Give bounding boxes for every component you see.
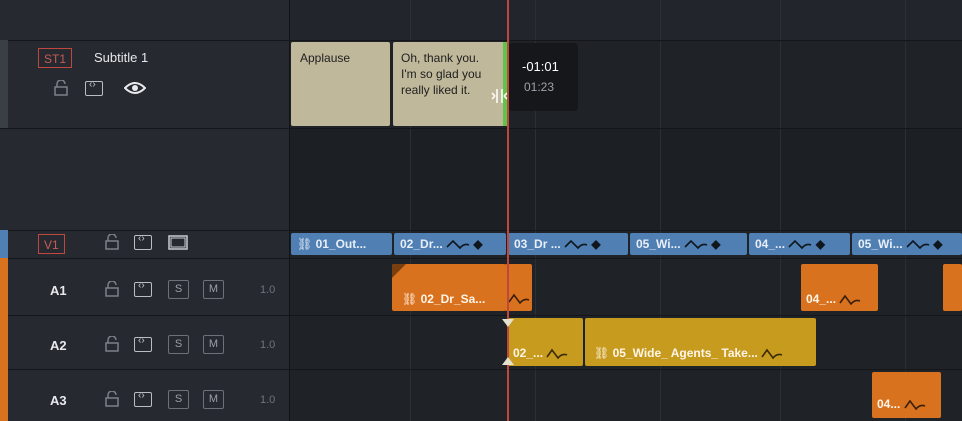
row-divider bbox=[0, 128, 962, 129]
curve-icon bbox=[761, 348, 783, 360]
keyframe-icon: ◆ bbox=[815, 237, 825, 251]
video-clip-label: 05_Wi... bbox=[858, 237, 903, 251]
lock-icon[interactable] bbox=[54, 80, 68, 96]
subtitle-clip[interactable]: Applause bbox=[291, 42, 390, 126]
audio-clip[interactable]: 04_... bbox=[801, 264, 878, 311]
track-volume[interactable]: 1.0 bbox=[260, 339, 275, 351]
video-track-badge[interactable]: V1 bbox=[38, 234, 65, 254]
subtitle-track-name[interactable]: Subtitle 1 bbox=[94, 50, 148, 65]
audio-clip[interactable] bbox=[943, 264, 962, 311]
playhead-marker-icon bbox=[502, 319, 514, 365]
audio-clip[interactable]: 04... bbox=[872, 372, 941, 418]
audio-track-name[interactable]: A1 bbox=[50, 283, 67, 298]
row-divider bbox=[0, 40, 962, 41]
mute-button[interactable]: M bbox=[203, 280, 224, 299]
auto-select-icon[interactable]: ‹› bbox=[134, 335, 152, 352]
subtitle-track-badge[interactable]: ST1 bbox=[38, 48, 73, 68]
curve-icon bbox=[508, 293, 530, 305]
audio-clip[interactable]: 02_... bbox=[507, 318, 583, 366]
keyframe-icon: ◆ bbox=[473, 237, 483, 251]
auto-select-icon[interactable]: ‹› bbox=[85, 79, 103, 96]
keyframe-icon: ◆ bbox=[711, 237, 721, 251]
link-icon: ⛓ bbox=[402, 292, 418, 306]
trim-tooltip: -01:01 01:23 bbox=[508, 43, 578, 111]
video-clip-label: 03_Dr ... bbox=[514, 237, 561, 251]
trim-duration: 01:23 bbox=[524, 80, 555, 94]
lock-icon[interactable] bbox=[105, 281, 119, 297]
row-divider bbox=[0, 258, 962, 259]
row-divider bbox=[0, 230, 962, 231]
solo-button[interactable]: S bbox=[168, 390, 189, 409]
audio-clip-label: 02_Dr_Sa... bbox=[420, 292, 486, 306]
video-clip-label: 04_... bbox=[755, 237, 786, 251]
audio-clip-label: 05_Wide_ Agents_ Take... bbox=[612, 346, 758, 360]
trim-offset: -01:01 bbox=[522, 59, 559, 74]
video-clip[interactable]: 05_Wi... ◆ bbox=[630, 233, 747, 255]
link-icon: ⛓ bbox=[594, 346, 610, 360]
track-volume[interactable]: 1.0 bbox=[260, 284, 275, 296]
keyframe-icon: ◆ bbox=[933, 237, 943, 251]
audio-track-name[interactable]: A3 bbox=[50, 393, 67, 408]
video-clip-label: 02_Dr... bbox=[400, 237, 443, 251]
audio-clip[interactable]: ⛓ 05_Wide_ Agents_ Take... bbox=[585, 318, 816, 366]
audio-clip-label: 02_... bbox=[513, 346, 544, 360]
audio-track-strip bbox=[0, 258, 8, 421]
link-icon: ⛓ bbox=[297, 237, 313, 251]
solo-button[interactable]: S bbox=[168, 335, 189, 354]
audio-clip[interactable]: ⛓ 02_Dr_Sa... bbox=[392, 264, 506, 311]
curve-icon bbox=[546, 348, 568, 360]
keyframe-icon: ◆ bbox=[591, 237, 601, 251]
video-clip[interactable]: 04_... ◆ bbox=[749, 233, 850, 255]
curve-icon bbox=[904, 399, 925, 411]
lock-icon[interactable] bbox=[105, 234, 119, 250]
video-clip[interactable]: 02_Dr... ◆ bbox=[394, 233, 506, 255]
mute-button[interactable]: M bbox=[203, 390, 224, 409]
auto-select-icon[interactable]: ‹› bbox=[134, 390, 152, 407]
lock-icon[interactable] bbox=[105, 391, 119, 407]
audio-clip-label: 04... bbox=[877, 397, 901, 411]
video-clip[interactable]: ⛓ 01_Out... bbox=[291, 233, 392, 255]
track-volume[interactable]: 1.0 bbox=[260, 394, 275, 406]
fade-handle-icon bbox=[392, 264, 406, 278]
curve-icon bbox=[788, 239, 812, 250]
solo-button[interactable]: S bbox=[168, 280, 189, 299]
audio-track-name[interactable]: A2 bbox=[50, 338, 67, 353]
curve-icon bbox=[564, 239, 588, 250]
auto-select-icon[interactable]: ‹› bbox=[134, 233, 152, 250]
row-divider bbox=[0, 315, 962, 316]
lock-icon[interactable] bbox=[105, 336, 119, 352]
curve-icon bbox=[839, 294, 861, 306]
video-monitor-icon[interactable] bbox=[168, 235, 188, 250]
subtitle-clip-line: I'm so glad you bbox=[401, 67, 482, 81]
video-track-strip bbox=[0, 230, 8, 258]
eye-icon[interactable] bbox=[124, 80, 146, 96]
subtitle-clip-line: Oh, thank you. bbox=[401, 51, 480, 65]
video-clip[interactable]: 03_Dr ... ◆ bbox=[508, 233, 628, 255]
mute-button[interactable]: M bbox=[203, 335, 224, 354]
curve-icon bbox=[446, 239, 470, 250]
video-clip-label: 01_Out... bbox=[315, 237, 367, 251]
subtitle-clip-line: really liked it. bbox=[401, 83, 471, 97]
curve-icon bbox=[684, 239, 708, 250]
row-divider bbox=[0, 369, 962, 370]
subtitle-clip-text: Applause bbox=[300, 51, 351, 65]
subtitle-track-strip bbox=[0, 40, 8, 128]
video-clip-label: 05_Wi... bbox=[636, 237, 681, 251]
auto-select-icon[interactable]: ‹› bbox=[134, 280, 152, 297]
audio-clip-tail[interactable] bbox=[505, 264, 532, 311]
subtitle-clip[interactable]: Oh, thank you. I'm so glad you really li… bbox=[393, 42, 507, 126]
audio-clip-label: 04_... bbox=[806, 292, 837, 306]
curve-icon bbox=[906, 239, 930, 250]
video-clip[interactable]: 05_Wi... ◆ bbox=[852, 233, 962, 255]
